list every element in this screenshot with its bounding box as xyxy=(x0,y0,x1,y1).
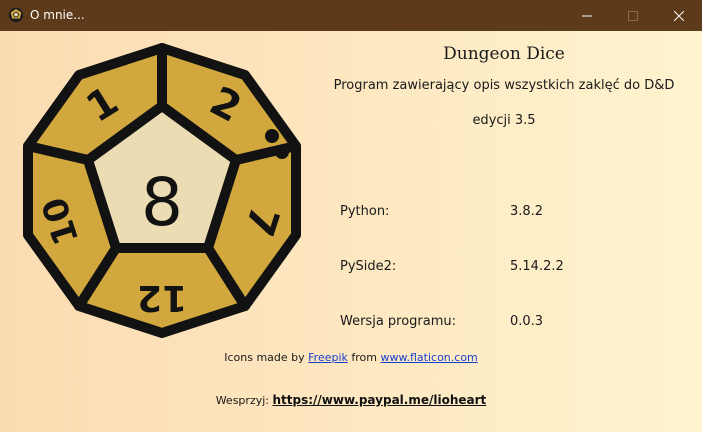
close-button[interactable] xyxy=(656,0,702,31)
d12-dice-icon: 8 2 7 12 10 1 xyxy=(23,43,301,338)
program-version-label: Wersja programu: xyxy=(340,314,457,329)
about-window: O mnie... 8 2 7 12 10 1 Dungeon Dice Pro… xyxy=(0,0,702,432)
minimize-button[interactable] xyxy=(564,0,610,31)
credits-prefix: Icons made by xyxy=(224,351,305,364)
python-label: Python: xyxy=(340,204,390,219)
window-title: O mnie... xyxy=(30,8,85,22)
pyside-label: PySide2: xyxy=(340,259,397,274)
dice-face-center: 8 xyxy=(141,164,183,241)
minimize-icon xyxy=(582,15,592,16)
program-version: 0.0.3 xyxy=(510,314,544,329)
flaticon-link[interactable]: www.flaticon.com xyxy=(381,351,478,364)
dice-face-bottom: 12 xyxy=(137,277,187,318)
support-label: Wesprzyj: xyxy=(215,394,269,407)
pyside-version: 5.14.2.2 xyxy=(510,259,564,274)
d20-dice-icon xyxy=(8,7,24,23)
maximize-icon xyxy=(628,10,638,21)
close-icon xyxy=(674,10,684,21)
support-line: Wesprzyj: https://www.paypal.me/lioheart xyxy=(0,393,702,407)
maximize-button[interactable] xyxy=(610,0,656,31)
credits-middle: from xyxy=(351,351,378,364)
icon-credits: Icons made by Freepik from www.flaticon.… xyxy=(0,351,702,364)
python-version: 3.8.2 xyxy=(510,204,544,219)
title-bar[interactable]: O mnie... xyxy=(0,0,702,31)
freepik-link[interactable]: Freepik xyxy=(308,351,348,364)
app-edition: edycji 3.5 xyxy=(472,113,536,128)
app-name: Dungeon Dice xyxy=(443,44,565,64)
paypal-link[interactable]: https://www.paypal.me/lioheart xyxy=(272,393,486,407)
app-description: Program zawierający opis wszystkich zakl… xyxy=(333,78,675,93)
